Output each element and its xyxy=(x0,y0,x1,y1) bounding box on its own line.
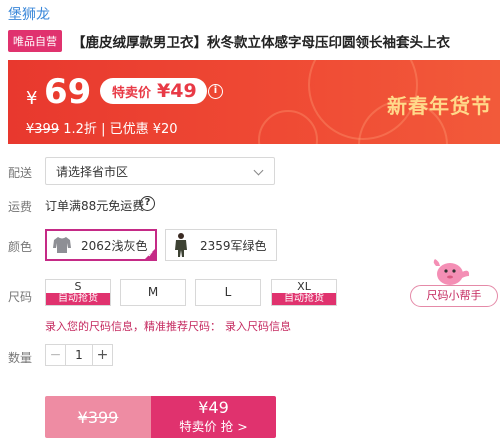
original-price-button[interactable]: ¥399 xyxy=(45,396,151,438)
price-subline: ¥399 1.2折 | 已优惠 ¥20 xyxy=(26,118,178,137)
check-icon: ✓ xyxy=(147,250,154,259)
region-select[interactable]: 请选择省市区 xyxy=(45,157,275,185)
auto-grab-tag: 自动抢货 xyxy=(272,293,336,305)
quantity-value[interactable]: 1 xyxy=(66,345,92,365)
size-tip: 录入您的尺码信息，精准推荐尺码： 录入尺码信息 xyxy=(45,318,291,334)
product-title: 【鹿皮绒厚款男卫衣】秋冬款立体感字母压印圆领长袖套头上衣 xyxy=(72,35,450,51)
size-tip-text: 录入您的尺码信息，精准推荐尺码： xyxy=(45,320,221,333)
quantity-stepper: − 1 + xyxy=(45,344,113,366)
size-option-label: L xyxy=(224,285,232,299)
region-select-placeholder: 请选择省市区 xyxy=(56,164,129,179)
discount-rate: 1.2折 xyxy=(63,122,97,137)
price-banner: ¥ 69 特卖价 ¥49 i ¥399 1.2折 | 已优惠 ¥20 新春年货节 xyxy=(8,60,500,144)
festival-banner-text: 新春年货节 xyxy=(387,94,492,118)
plus-button[interactable]: + xyxy=(92,345,112,365)
freight-text: 订单满88元免运费 xyxy=(45,199,145,213)
currency-symbol: ¥ xyxy=(26,88,38,109)
cloud-decoration xyxy=(258,110,318,144)
saved-amount: | 已优惠 ¥20 xyxy=(101,122,178,137)
question-icon[interactable]: ? xyxy=(140,196,155,211)
buy-label: 特卖价 抢 > xyxy=(179,419,248,434)
size-option-label: M xyxy=(147,285,159,299)
color-option-army-green[interactable]: 2359军绿色 xyxy=(165,229,277,261)
size-option-m[interactable]: M xyxy=(120,279,186,306)
enter-size-link[interactable]: 录入尺码信息 xyxy=(225,320,291,333)
brand-name[interactable]: 堡狮龙 xyxy=(8,4,50,24)
info-icon[interactable]: i xyxy=(208,84,223,99)
model-green-thumbnail xyxy=(170,232,192,258)
auto-grab-tag: 自动抢货 xyxy=(46,293,110,305)
special-price-pill: 特卖价 ¥49 xyxy=(100,78,207,104)
mascot-icon xyxy=(432,256,472,288)
product-title-row: 唯品自营 【鹿皮绒厚款男卫衣】秋冬款立体感字母压印圆领长袖套头上衣 xyxy=(8,30,498,52)
sweater-gray-thumbnail xyxy=(51,232,73,258)
chevron-down-icon xyxy=(253,165,264,176)
freight-label: 运费 xyxy=(8,200,33,214)
main-price: 69 xyxy=(44,72,92,112)
size-option-l[interactable]: L xyxy=(195,279,261,306)
size-option-xl[interactable]: XL 自动抢货 xyxy=(271,279,337,306)
color-option-label: 2359军绿色 xyxy=(200,238,267,253)
color-option-label: 2062浅灰色 xyxy=(81,238,148,253)
original-price: ¥399 xyxy=(26,122,60,137)
special-price-value: ¥49 xyxy=(157,80,197,102)
shipping-label: 配送 xyxy=(8,166,33,180)
color-option-light-gray[interactable]: 2062浅灰色 ✓ xyxy=(45,229,157,261)
minus-button[interactable]: − xyxy=(46,345,66,365)
color-label: 颜色 xyxy=(8,240,33,254)
size-option-label: XL xyxy=(297,280,311,293)
buy-price: ¥49 xyxy=(198,398,229,417)
size-option-label: S xyxy=(74,280,82,293)
size-label: 尺码 xyxy=(8,290,33,304)
buy-now-button[interactable]: ¥49 特卖价 抢 > xyxy=(151,396,276,438)
vip-self-operated-badge: 唯品自营 xyxy=(8,30,62,52)
size-helper-button[interactable]: 尺码小帮手 xyxy=(410,285,498,307)
quantity-label: 数量 xyxy=(8,351,33,365)
size-option-s[interactable]: S 自动抢货 xyxy=(45,279,111,306)
special-price-label: 特卖价 xyxy=(112,85,152,101)
